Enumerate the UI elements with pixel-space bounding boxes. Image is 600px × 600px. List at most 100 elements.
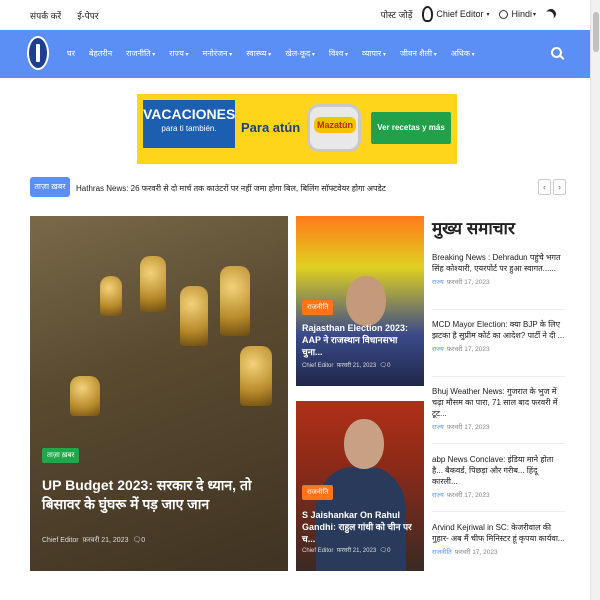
author-name[interactable]: Chief Editor bbox=[302, 363, 333, 369]
news-title[interactable]: abp News Conclave: इंडिया माने होता है..… bbox=[432, 454, 565, 487]
article-card[interactable]: राजनीति S Jaishankar On Rahul Gandhi: रा… bbox=[296, 401, 424, 571]
comment-count: 0 bbox=[387, 548, 391, 554]
comment-icon: 🗨 bbox=[379, 363, 388, 369]
ad-brand-sub: para ti también. bbox=[161, 124, 217, 133]
chevron-down-icon: ▾ bbox=[227, 52, 233, 58]
ticker-next-icon[interactable]: › bbox=[553, 179, 566, 195]
ad-banner[interactable]: VACACIONES para ti también. Para atún Ma… bbox=[137, 94, 457, 164]
nav-item-wrapper[interactable]: राज्य ▾ bbox=[169, 48, 188, 59]
nav-item-wrapper[interactable]: स्वास्थ्य ▾ bbox=[246, 48, 271, 59]
news-category[interactable]: राज्य bbox=[432, 279, 444, 286]
nav-item-wrapper[interactable]: राजनीति ▾ bbox=[126, 48, 155, 59]
nav-item-wrapper[interactable]: खेल-कूद ▾ bbox=[285, 48, 315, 59]
ticker-prev-icon[interactable]: ‹ bbox=[538, 179, 551, 195]
add-post-link[interactable]: पोस्ट जोड़ें bbox=[381, 8, 413, 21]
news-category[interactable]: राजनीति bbox=[432, 549, 452, 556]
nav-item-wrapper[interactable]: विश्व ▾ bbox=[329, 48, 348, 59]
nav-item[interactable]: स्वास्थ्य bbox=[246, 49, 266, 58]
ad-cta-button[interactable]: Ver recetas y más bbox=[371, 112, 451, 144]
article-title[interactable]: S Jaishankar On Rahul Gandhi: राहुल गांध… bbox=[302, 509, 420, 545]
category-badge[interactable]: राजनीति bbox=[302, 485, 334, 500]
breaking-ticker: ताज़ा ख़बर Hathras News: 26 फरवरी से दो … bbox=[30, 177, 566, 197]
article-meta: Chief Editor फ़रवरी 21, 2023 🗨0 bbox=[302, 361, 390, 369]
news-title[interactable]: Breaking News : Dehradun पहुंचे भगत सिंह… bbox=[432, 252, 565, 274]
ad-brand-main: VACACIONES bbox=[143, 106, 236, 122]
nav-item[interactable]: जीवन शैली bbox=[400, 49, 432, 58]
search-icon[interactable] bbox=[551, 47, 562, 58]
featured-article-card[interactable]: ताज़ा ख़बर UP Budget 2023: सरकार दे ध्या… bbox=[30, 216, 288, 571]
featured-title[interactable]: UP Budget 2023: सरकार दे ध्यान, तो बिसाव… bbox=[42, 476, 278, 514]
user-menu[interactable]: Chief Editor ▾ bbox=[422, 6, 489, 22]
sidebar-news-item[interactable]: Bhuj Weather News: गुजरात के भुज में चढ़… bbox=[432, 386, 565, 444]
ad-product-name: Mazatún bbox=[314, 117, 356, 133]
news-category[interactable]: राज्य bbox=[432, 346, 444, 353]
top-bar: संपर्क करें ई-पेपर पोस्ट जोड़ें Chief Ed… bbox=[0, 0, 590, 30]
person-image bbox=[344, 419, 384, 469]
news-date: फ़रवरी 17, 2023 bbox=[446, 424, 490, 431]
nav-item[interactable]: बेहतरीन bbox=[89, 48, 112, 59]
comment-icon: 🗨 bbox=[379, 548, 388, 554]
post-date: फ़रवरी 21, 2023 bbox=[82, 537, 129, 544]
ad-brand-block: VACACIONES para ti también. bbox=[143, 100, 235, 148]
sidebar-news-item[interactable]: Arvind Kejriwal in SC: केजरीवाल की गुहार… bbox=[432, 522, 565, 580]
nav-item-wrapper[interactable]: अधिक ▾ bbox=[451, 48, 475, 59]
user-avatar-icon bbox=[422, 6, 434, 22]
globe-icon bbox=[499, 9, 509, 19]
scrollbar-thumb[interactable] bbox=[593, 12, 599, 52]
news-category[interactable]: राज्य bbox=[432, 492, 444, 499]
chevron-down-icon: ▾ bbox=[266, 52, 272, 58]
news-date: फ़रवरी 17, 2023 bbox=[446, 492, 490, 499]
featured-badge[interactable]: ताज़ा ख़बर bbox=[42, 448, 80, 463]
page-scrollbar[interactable] bbox=[590, 0, 600, 600]
article-title[interactable]: Rajasthan Election 2023: AAP ने राजस्थान… bbox=[302, 322, 420, 358]
top-news-sidebar: मुख्य समाचार Breaking News : Dehradun पह… bbox=[432, 216, 565, 556]
bell-image bbox=[140, 256, 166, 312]
nav-item[interactable]: राज्य bbox=[169, 49, 184, 58]
post-date: फ़रवरी 21, 2023 bbox=[336, 363, 377, 369]
sidebar-news-item[interactable]: abp News Conclave: इंडिया माने होता है..… bbox=[432, 454, 565, 512]
sidebar-news-item[interactable]: Breaking News : Dehradun पहुंचे भगत सिंह… bbox=[432, 252, 565, 310]
author-name[interactable]: Chief Editor bbox=[42, 537, 79, 544]
nav-item-wrapper[interactable]: मनोरंजन ▾ bbox=[203, 48, 233, 59]
comment-count: 0 bbox=[387, 363, 391, 369]
bell-image bbox=[240, 346, 272, 406]
author-name[interactable]: Chief Editor bbox=[302, 548, 333, 554]
nav-item-wrapper[interactable]: जीवन शैली ▾ bbox=[400, 48, 437, 59]
chevron-down-icon: ▾ bbox=[343, 52, 348, 58]
news-category[interactable]: राज्य bbox=[432, 424, 444, 431]
news-meta: राज्य फ़रवरी 17, 2023 bbox=[432, 277, 565, 286]
bell-image bbox=[180, 286, 208, 346]
language-select[interactable]: Hindi ▾ bbox=[499, 9, 536, 19]
nav-item[interactable]: घर bbox=[67, 48, 75, 59]
chevron-down-icon: ▾ bbox=[532, 11, 536, 18]
nav-item[interactable]: राजनीति bbox=[126, 49, 150, 58]
nav-item[interactable]: मनोरंजन bbox=[203, 49, 228, 58]
nav-item[interactable]: अधिक bbox=[451, 49, 470, 58]
dark-mode-toggle-icon[interactable] bbox=[544, 7, 558, 21]
news-title[interactable]: Bhuj Weather News: गुजरात के भुज में चढ़… bbox=[432, 386, 565, 419]
epaper-link[interactable]: ई-पेपर bbox=[77, 9, 98, 22]
chevron-down-icon: ▾ bbox=[183, 52, 189, 58]
nav-item[interactable]: व्यापार bbox=[362, 49, 381, 58]
nav-item-wrapper[interactable]: व्यापार ▾ bbox=[362, 48, 386, 59]
news-meta: राज्य फ़रवरी 17, 2023 bbox=[432, 422, 565, 431]
nav-item[interactable]: खेल-कूद bbox=[285, 49, 310, 58]
sidebar-news-item[interactable]: MCD Mayor Election: क्या BJP के लिए झटका… bbox=[432, 319, 565, 377]
chevron-down-icon: ▾ bbox=[310, 52, 315, 58]
news-title[interactable]: Arvind Kejriwal in SC: केजरीवाल की गुहार… bbox=[432, 522, 565, 544]
article-card[interactable]: राजनीति Rajasthan Election 2023: AAP ने … bbox=[296, 216, 424, 386]
ad-middle-text: Para atún bbox=[241, 120, 301, 135]
nav-menu: घर बेहतरीन राजनीति ▾ राज्य ▾ मनोरंजन ▾ स्वास्… bbox=[67, 48, 475, 59]
chevron-down-icon: ▾ bbox=[381, 52, 386, 58]
nav-item[interactable]: विश्व bbox=[329, 49, 343, 58]
news-title[interactable]: MCD Mayor Election: क्या BJP के लिए झटका… bbox=[432, 319, 565, 341]
site-logo[interactable] bbox=[27, 36, 49, 70]
article-meta: Chief Editor फ़रवरी 21, 2023 🗨0 bbox=[302, 546, 390, 554]
news-meta: राज्य फ़रवरी 17, 2023 bbox=[432, 490, 565, 499]
ticker-text[interactable]: Hathras News: 26 फरवरी से दो मार्च तक का… bbox=[76, 183, 386, 194]
contact-link[interactable]: संपर्क करें bbox=[30, 9, 61, 22]
featured-meta: Chief Editor फ़रवरी 21, 2023 🗨0 bbox=[42, 536, 145, 545]
chevron-down-icon: ▾ bbox=[470, 52, 475, 58]
category-badge[interactable]: राजनीति bbox=[302, 300, 334, 315]
chevron-down-icon: ▾ bbox=[486, 11, 490, 18]
